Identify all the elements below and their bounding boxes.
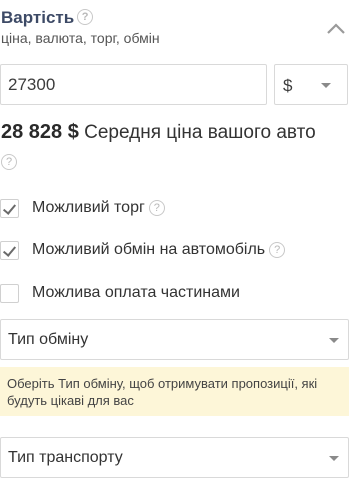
exchange-type-label: Тип обміну: [8, 331, 89, 348]
price-section-header[interactable]: Вартість? ціна, валюта, торг, обмін: [0, 0, 359, 58]
chevron-down-icon: [329, 456, 339, 461]
checkbox-box[interactable]: [0, 198, 19, 218]
average-price-label: Середня ціна вашого авто: [84, 122, 316, 143]
section-subtitle: ціна, валюта, торг, обмін: [1, 30, 160, 46]
checkbox-box[interactable]: [0, 240, 19, 260]
checkbox-installments[interactable]: Можлива оплата частинами: [0, 281, 240, 305]
currency-value: $: [283, 76, 293, 95]
checkbox-box[interactable]: [0, 283, 19, 303]
currency-select[interactable]: $: [274, 64, 348, 105]
exchange-type-select[interactable]: Тип обміну: [0, 319, 349, 360]
checkbox-label: Можливий торг: [32, 199, 145, 216]
checkbox-bargain[interactable]: Можливий торг ?: [0, 196, 165, 220]
checkbox-exchange[interactable]: Можливий обмін на автомобіль ?: [0, 238, 286, 262]
average-price: 28 828 $ Середня ціна вашого авто: [1, 121, 316, 144]
section-title-text: Вартість: [1, 8, 75, 27]
price-input[interactable]: [0, 64, 267, 105]
checkbox-label: Можливий обмін на автомобіль: [32, 241, 266, 258]
chevron-down-icon: [321, 83, 331, 88]
section-title: Вартість?: [1, 8, 94, 28]
average-price-amount: 28 828 $: [1, 121, 79, 143]
chevron-down-icon: [329, 338, 339, 343]
transport-type-select[interactable]: Тип транспорту: [0, 437, 349, 478]
help-icon[interactable]: ?: [77, 8, 94, 25]
chevron-up-icon[interactable]: [326, 22, 346, 36]
checkbox-label: Можлива оплата частинами: [32, 284, 240, 301]
transport-type-label: Тип транспорту: [8, 449, 123, 466]
exchange-type-notice: Оберіть Тип обміну, щоб отримувати пропо…: [0, 367, 349, 416]
help-icon[interactable]: ?: [269, 242, 286, 258]
help-icon[interactable]: ?: [148, 200, 165, 216]
help-icon[interactable]: ?: [1, 154, 17, 170]
